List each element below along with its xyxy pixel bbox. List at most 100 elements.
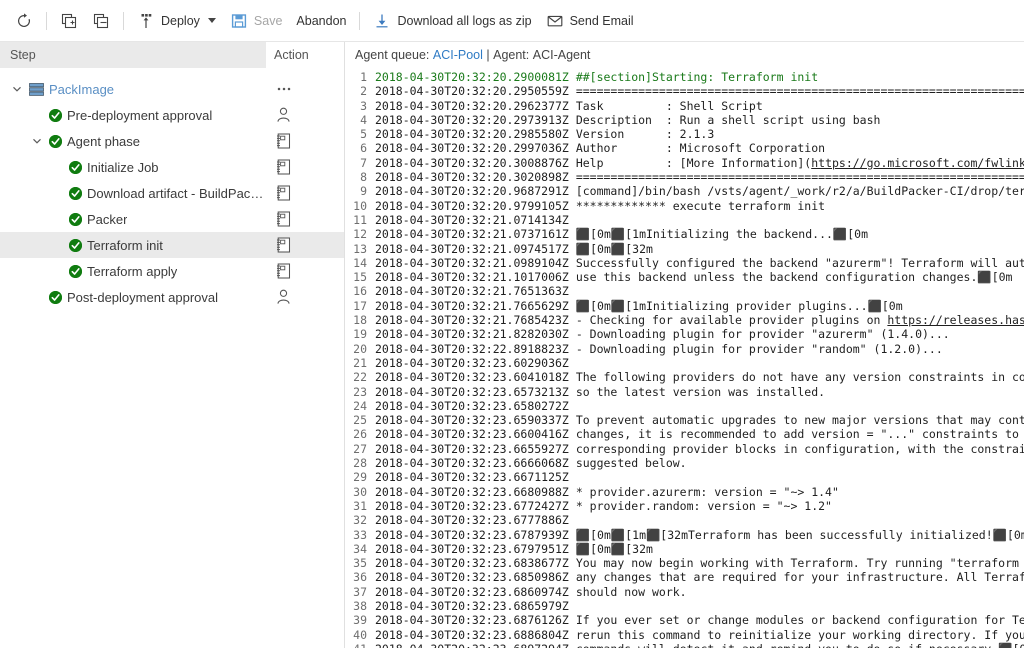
log-icon[interactable] (266, 133, 344, 149)
log-message: If you ever set or change modules or bac… (575, 613, 1024, 628)
deploy-label: Deploy (161, 13, 200, 28)
log-gap (569, 199, 576, 213)
log-timestamp: 2018-04-30T20:32:23.6850986Z (375, 570, 569, 585)
log-icon[interactable] (266, 185, 344, 201)
log-output[interactable]: 1 2018-04-30T20:32:20.2900081Z ##[section… (345, 68, 1024, 648)
log-link[interactable]: https://releases.hashicorp.com (887, 313, 1024, 327)
save-button[interactable]: Save (223, 6, 290, 36)
status-success-icon (49, 134, 62, 148)
log-message: ⬛[0m⬛[32m (575, 241, 653, 256)
log-gap (569, 385, 576, 399)
log-line: 11 2018-04-30T20:32:21.0714134Z (345, 213, 1024, 227)
download-logs-button[interactable]: Download all logs as zip (366, 6, 538, 36)
agent-label: Agent: (493, 48, 530, 62)
abandon-button[interactable]: Abandon (289, 6, 353, 36)
send-email-button[interactable]: Send Email (539, 6, 641, 36)
log-message: ⬛[0m⬛[1m⬛[32mTerraform has been successf… (575, 527, 1024, 542)
log-gap (569, 513, 576, 527)
log-line-number: 40 (353, 627, 367, 642)
log-line: 26 2018-04-30T20:32:23.6600416Z changes, … (345, 427, 1024, 441)
log-icon[interactable] (266, 159, 344, 175)
log-line: 35 2018-04-30T20:32:23.6838677Z You may n… (345, 556, 1024, 570)
tree-row-initialize-job[interactable]: Initialize Job (0, 154, 344, 180)
tree-row-label: Pre-deployment approval (67, 107, 213, 123)
tree-row-download-artifact-buildpacker-ci[interactable]: Download artifact - BuildPacker-CI (0, 180, 344, 206)
log-line-number: 16 (353, 284, 367, 299)
log-message: rerun this command to reinitialize your … (575, 627, 1024, 642)
log-icon[interactable] (266, 211, 344, 227)
tree-row-terraform-init[interactable]: Terraform init (0, 232, 344, 258)
tree-row-agent-phase[interactable]: Agent phase (0, 128, 344, 154)
log-gap (569, 628, 576, 642)
log-line: 19 2018-04-30T20:32:21.8282030Z - Downloa… (345, 327, 1024, 341)
tree-row-content: Packer (0, 212, 266, 227)
agent-queue-link[interactable]: ACI-Pool (433, 48, 483, 62)
log-line: 13 2018-04-30T20:32:21.0974517Z ⬛[0m⬛[32m (345, 242, 1024, 256)
more-icon[interactable] (266, 86, 344, 92)
log-line-number: 13 (353, 241, 367, 256)
tree-row-label: Terraform init (87, 237, 163, 253)
log-gap (569, 485, 576, 499)
log-pane: Agent queue: ACI-Pool | Agent: ACI-Agent… (345, 42, 1024, 648)
log-line: 29 2018-04-30T20:32:23.6671125Z (345, 470, 1024, 484)
log-line-number: 9 (360, 184, 367, 199)
log-gap (569, 299, 576, 313)
log-gap (569, 113, 576, 127)
log-message: - Downloading plugin for provider "azure… (575, 327, 950, 342)
tree-row-pre-deployment-approval[interactable]: Pre-deployment approval (0, 102, 344, 128)
log-line-number: 6 (360, 141, 367, 156)
chevron-down-icon[interactable] (30, 134, 44, 148)
log-gap (569, 556, 576, 570)
log-gap (569, 570, 576, 584)
log-link[interactable]: https://go.microsoft.com/fwlink/?LinkID=… (811, 156, 1024, 170)
collapse-all-button[interactable] (85, 6, 117, 36)
log-timestamp: 2018-04-30T20:32:23.6777886Z (375, 513, 569, 528)
log-gap (569, 127, 576, 141)
log-timestamp: 2018-04-30T20:32:23.6666068Z (375, 456, 569, 471)
person-icon[interactable] (266, 107, 344, 123)
log-line-number: 36 (353, 570, 367, 585)
log-icon[interactable] (266, 237, 344, 253)
log-line: 15 2018-04-30T20:32:21.1017006Z use this … (345, 270, 1024, 284)
log-line-number: 25 (353, 413, 367, 428)
log-message: commands will detect it and remind you t… (576, 642, 1024, 648)
log-gap (569, 227, 576, 241)
log-line: 25 2018-04-30T20:32:23.6590337Z To preven… (345, 413, 1024, 427)
chevron-down-icon[interactable] (10, 82, 24, 96)
log-line-number: 38 (353, 598, 367, 613)
log-gap (569, 313, 576, 327)
deploy-button[interactable]: Deploy (130, 6, 223, 36)
deploy-icon (137, 12, 155, 30)
log-timestamp: 2018-04-30T20:32:23.6860974Z (375, 584, 569, 599)
download-logs-label: Download all logs as zip (397, 13, 532, 28)
status-success-icon (49, 290, 62, 304)
tree-row-label: Post-deployment approval (67, 289, 219, 305)
log-gap (569, 499, 576, 513)
log-message: - Checking for available provider plugin… (576, 313, 1024, 327)
expand-all-button[interactable] (53, 6, 85, 36)
tree-row-content: Terraform init (0, 238, 266, 253)
log-timestamp: 2018-04-30T20:32:23.6671125Z (375, 470, 569, 485)
log-gap (569, 542, 576, 556)
tree-row-packimage[interactable]: PackImage (0, 76, 344, 102)
log-timestamp: 2018-04-30T20:32:23.6029036Z (375, 355, 569, 370)
log-gap (569, 256, 576, 270)
tree-row-label: Terraform apply (87, 263, 178, 279)
tree-row-post-deployment-approval[interactable]: Post-deployment approval (0, 284, 344, 310)
person-icon[interactable] (266, 289, 344, 305)
log-line-number: 10 (353, 198, 367, 213)
refresh-button[interactable] (8, 6, 40, 36)
log-line-number: 17 (353, 298, 367, 313)
tree-row-packer[interactable]: Packer (0, 206, 344, 232)
log-timestamp: 2018-04-30T20:32:23.6590337Z (375, 413, 569, 428)
log-line-number: 21 (353, 355, 367, 370)
tree-row-label[interactable]: PackImage (49, 82, 114, 97)
status-success-icon (69, 186, 82, 200)
log-icon[interactable] (266, 263, 344, 279)
log-message: The following providers do not have any … (575, 370, 1024, 385)
log-line: 24 2018-04-30T20:32:23.6580272Z (345, 399, 1024, 413)
log-line: 23 2018-04-30T20:32:23.6573213Z so the la… (345, 385, 1024, 399)
log-line-number: 30 (353, 484, 367, 499)
tree-row-terraform-apply[interactable]: Terraform apply (0, 258, 344, 284)
log-message: any changes that are required for your i… (575, 570, 1024, 585)
